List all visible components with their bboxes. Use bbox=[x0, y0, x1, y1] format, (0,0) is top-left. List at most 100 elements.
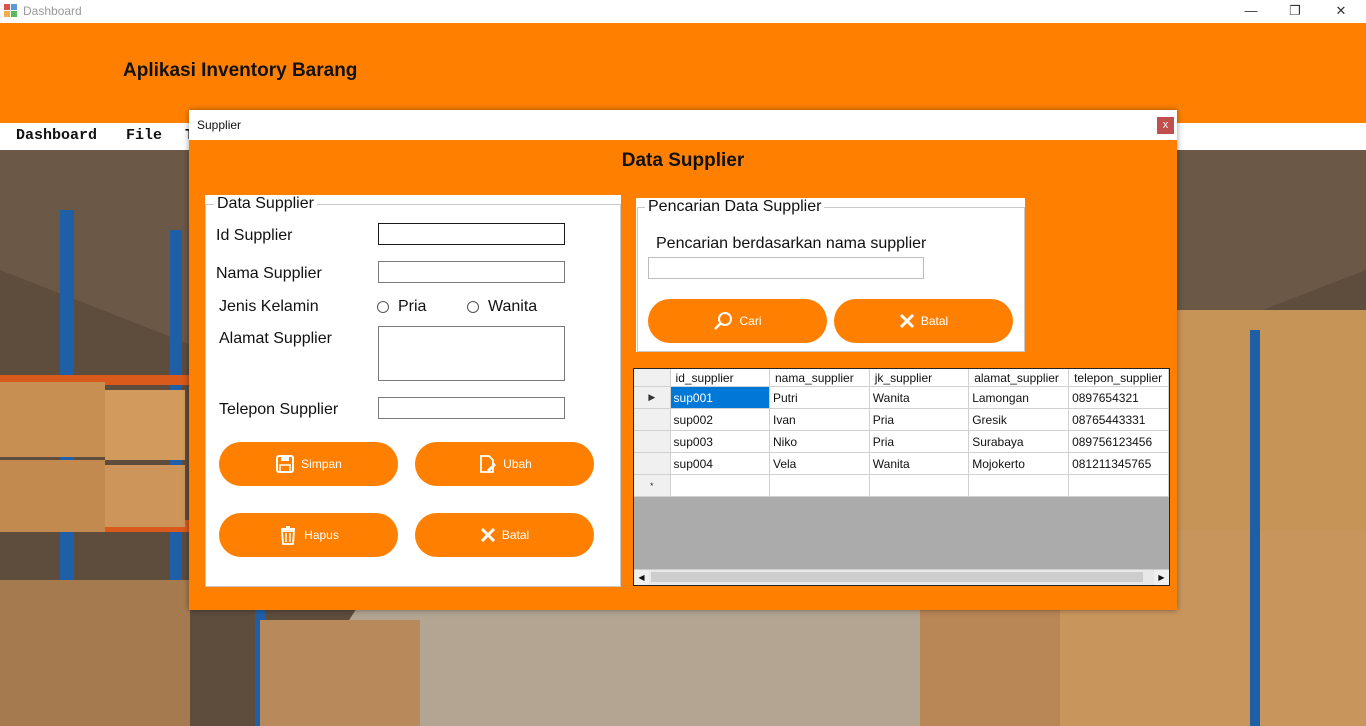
search-legend: Pencarian Data Supplier bbox=[645, 198, 825, 216]
table-cell[interactable]: Wanita bbox=[869, 386, 970, 409]
window-titlebar: Dashboard — ❐ ✕ bbox=[0, 0, 1366, 23]
table-cell[interactable]: Ivan bbox=[769, 408, 870, 431]
menu-item-dashboard[interactable]: Dashboard bbox=[16, 127, 97, 144]
app-icon bbox=[4, 4, 17, 17]
table-cell[interactable] bbox=[670, 474, 771, 497]
radio-pria-label[interactable]: Pria bbox=[398, 298, 426, 316]
table-cell[interactable]: Putri bbox=[769, 386, 870, 409]
ubah-label: Ubah bbox=[503, 457, 532, 471]
horizontal-scrollbar[interactable]: ◀ ▶ bbox=[634, 569, 1169, 585]
telepon-supplier-input[interactable] bbox=[378, 397, 565, 419]
table-cell[interactable]: Gresik bbox=[968, 408, 1070, 431]
row-header[interactable] bbox=[634, 408, 671, 431]
table-cell[interactable]: Mojokerto bbox=[968, 452, 1070, 475]
row-header-corner bbox=[634, 369, 671, 387]
dialog-title: Supplier bbox=[197, 118, 242, 132]
table-header-row: id_supplier nama_supplier jk_supplier al… bbox=[634, 369, 1169, 387]
table-row[interactable]: sup003 Niko Pria Surabaya 089756123456 bbox=[634, 430, 1169, 453]
trash-icon bbox=[281, 526, 296, 545]
table-cell[interactable]: Pria bbox=[869, 430, 970, 453]
dialog-close-button[interactable]: x bbox=[1157, 117, 1174, 134]
table-row-new[interactable]: * bbox=[634, 474, 1169, 497]
batal-form-label: Batal bbox=[501, 528, 530, 542]
search-group: Pencarian Data Supplier Pencarian berdas… bbox=[636, 198, 1025, 352]
batal-search-label: Batal bbox=[920, 314, 949, 328]
table-cell[interactable]: sup004 bbox=[670, 452, 771, 475]
app-title: Aplikasi Inventory Barang bbox=[123, 60, 358, 81]
scroll-left-icon[interactable]: ◀ bbox=[634, 570, 649, 585]
nama-supplier-label: Nama Supplier bbox=[216, 265, 322, 282]
scrollbar-thumb[interactable] bbox=[651, 572, 1143, 582]
column-header[interactable]: alamat_supplier bbox=[968, 369, 1070, 387]
alamat-supplier-textarea[interactable] bbox=[378, 326, 565, 381]
radio-wanita-label[interactable]: Wanita bbox=[488, 298, 537, 316]
close-icon bbox=[899, 313, 914, 329]
table-cell[interactable] bbox=[769, 474, 870, 497]
hapus-label: Hapus bbox=[304, 528, 339, 542]
supplier-grid[interactable]: id_supplier nama_supplier jk_supplier al… bbox=[633, 368, 1170, 586]
table-cell[interactable]: Niko bbox=[769, 430, 870, 453]
scroll-right-icon[interactable]: ▶ bbox=[1154, 570, 1169, 585]
table-cell[interactable]: Lamongan bbox=[968, 386, 1070, 409]
table-row[interactable]: sup004 Vela Wanita Mojokerto 08121134576… bbox=[634, 452, 1169, 475]
table-row[interactable]: sup002 Ivan Pria Gresik 08765443331 bbox=[634, 408, 1169, 431]
dialog-titlebar: Supplier x bbox=[189, 110, 1177, 140]
menu-item-file[interactable]: File bbox=[126, 127, 162, 144]
table-cell[interactable] bbox=[1068, 474, 1169, 497]
table-cell[interactable]: 08765443331 bbox=[1068, 408, 1169, 431]
dialog-heading: Data Supplier bbox=[621, 150, 745, 171]
table-cell[interactable]: sup002 bbox=[670, 408, 771, 431]
column-header[interactable]: id_supplier bbox=[670, 369, 771, 387]
column-header[interactable]: jk_supplier bbox=[869, 369, 970, 387]
radio-wanita[interactable] bbox=[467, 301, 479, 313]
minimize-button[interactable]: — bbox=[1228, 0, 1274, 23]
batal-form-button[interactable]: Batal bbox=[415, 513, 594, 557]
row-header[interactable]: * bbox=[634, 474, 671, 497]
jenis-kelamin-label: Jenis Kelamin bbox=[219, 298, 319, 315]
close-window-button[interactable]: ✕ bbox=[1318, 0, 1364, 23]
table-cell[interactable]: sup001 bbox=[670, 386, 771, 409]
window-title: Dashboard bbox=[23, 4, 82, 18]
batal-search-button[interactable]: Batal bbox=[834, 299, 1013, 343]
alamat-supplier-label: Alamat Supplier bbox=[219, 330, 332, 347]
table-row[interactable]: ▶ sup001 Putri Wanita Lamongan 089765432… bbox=[634, 386, 1169, 409]
column-header[interactable]: nama_supplier bbox=[769, 369, 870, 387]
supplier-table: id_supplier nama_supplier jk_supplier al… bbox=[634, 369, 1169, 497]
simpan-label: Simpan bbox=[301, 457, 342, 471]
row-header[interactable] bbox=[634, 430, 671, 453]
save-icon bbox=[276, 455, 295, 473]
maximize-button[interactable]: ❐ bbox=[1272, 0, 1318, 23]
radio-pria[interactable] bbox=[377, 301, 389, 313]
table-cell[interactable]: Vela bbox=[769, 452, 870, 475]
supplier-dialog: Supplier x Data Supplier Data Supplier I… bbox=[189, 110, 1177, 610]
search-icon bbox=[714, 312, 733, 330]
telepon-supplier-label: Telepon Supplier bbox=[219, 401, 339, 418]
cari-label: Cari bbox=[739, 314, 762, 328]
close-icon bbox=[480, 527, 495, 543]
id-supplier-input[interactable] bbox=[378, 223, 565, 245]
table-cell[interactable] bbox=[968, 474, 1070, 497]
ubah-button[interactable]: Ubah bbox=[415, 442, 594, 486]
table-cell[interactable]: 081211345765 bbox=[1068, 452, 1169, 475]
edit-file-icon bbox=[480, 455, 497, 473]
supplier-form-group: Data Supplier Id Supplier Nama Supplier … bbox=[205, 195, 621, 587]
nama-supplier-input[interactable] bbox=[378, 261, 565, 283]
table-cell[interactable] bbox=[869, 474, 970, 497]
row-header[interactable]: ▶ bbox=[634, 386, 671, 409]
search-label: Pencarian berdasarkan nama supplier bbox=[656, 235, 927, 252]
table-cell[interactable]: Wanita bbox=[869, 452, 970, 475]
app-header: Aplikasi Inventory Barang bbox=[0, 23, 1366, 123]
row-header[interactable] bbox=[634, 452, 671, 475]
form-legend: Data Supplier bbox=[214, 195, 317, 213]
id-supplier-label: Id Supplier bbox=[216, 227, 293, 244]
table-cell[interactable]: 089756123456 bbox=[1068, 430, 1169, 453]
table-cell[interactable]: Pria bbox=[869, 408, 970, 431]
table-cell[interactable]: sup003 bbox=[670, 430, 771, 453]
table-cell[interactable]: Surabaya bbox=[968, 430, 1070, 453]
table-cell[interactable]: 0897654321 bbox=[1068, 386, 1169, 409]
column-header[interactable]: telepon_supplier bbox=[1068, 369, 1169, 387]
cari-button[interactable]: Cari bbox=[648, 299, 827, 343]
hapus-button[interactable]: Hapus bbox=[219, 513, 398, 557]
simpan-button[interactable]: Simpan bbox=[219, 442, 398, 486]
search-input[interactable] bbox=[648, 257, 924, 279]
